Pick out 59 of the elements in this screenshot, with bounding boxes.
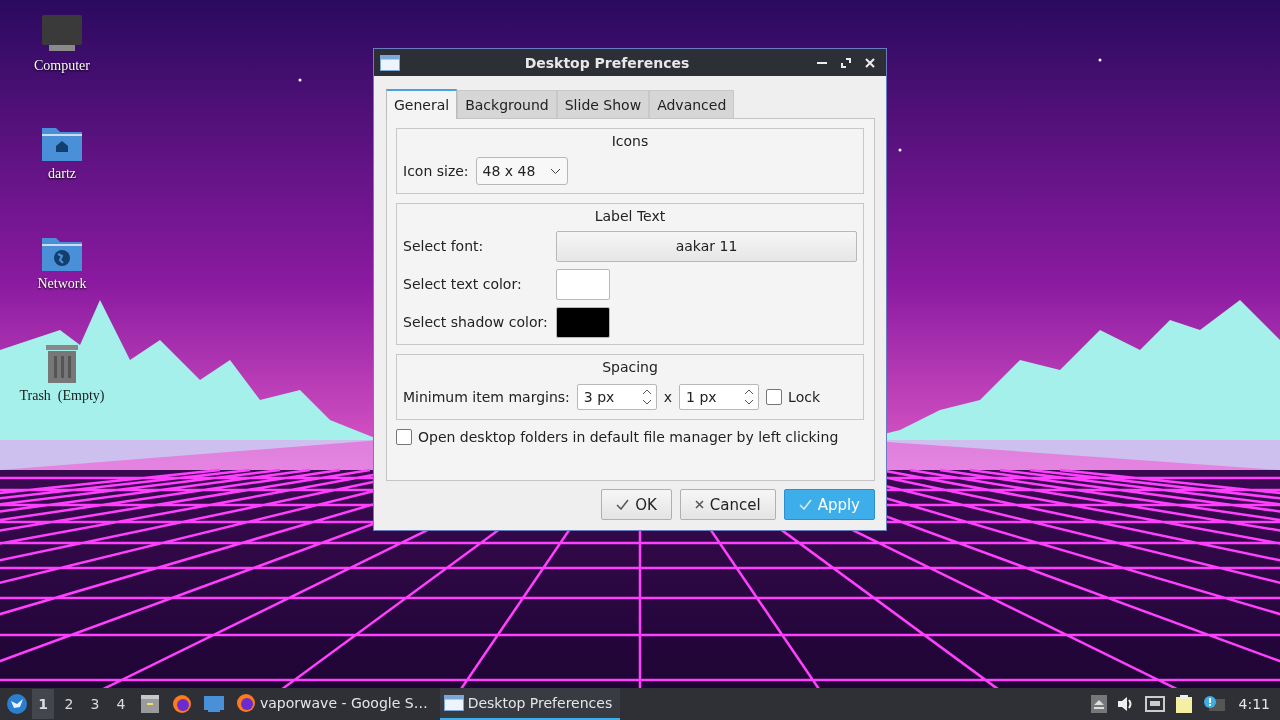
desktop-shortcut[interactable]: Trash (Empty) [0,344,124,440]
desktop-shortcut[interactable]: Computer [0,14,124,110]
group-title: Icons [610,133,650,149]
tab[interactable]: Background [457,90,557,118]
tab[interactable]: Slide Show [556,90,650,118]
color-swatch[interactable] [556,268,610,300]
checkbox-label: Lock [788,389,821,405]
monitor-icon [41,14,83,54]
tab[interactable]: Advanced [649,90,735,118]
dialog-button[interactable]: OK [601,489,672,520]
spin-field[interactable]: 3 px [576,384,657,410]
clock[interactable]: 4:11 [1234,696,1274,712]
checkbox-label: Open desktop folders in default file manager by left clicking [418,429,839,445]
checkbox[interactable] [396,429,412,445]
check-icon [616,499,630,510]
close-icon [865,57,875,68]
stepper-arrows-icon[interactable] [743,387,756,407]
task-button[interactable]: vaporwave - Google S… [232,688,436,720]
color-swatch[interactable] [556,306,610,338]
notification-icon[interactable] [1202,695,1225,713]
file-cabinet-icon [140,694,160,714]
desktop-icon [203,695,225,713]
check-icon [798,499,812,510]
desktop-shortcut[interactable]: Network [0,234,124,330]
group-title: Spacing [601,359,659,375]
field-label: Select text color: [403,276,523,292]
chevron-down-icon [549,167,561,175]
workspace-button[interactable]: 1 [32,689,54,719]
stepper-arrows-icon[interactable] [640,387,653,407]
maximize-icon [841,57,851,68]
group-title: Label Text [593,208,667,224]
field-label: Select shadow color: [403,314,549,330]
tab[interactable]: General [386,89,458,119]
separator-text: x [663,389,673,405]
close-icon [694,500,704,509]
field-label: Select font: [403,238,485,254]
browser-icon [236,693,256,713]
window-icon [380,54,400,71]
desktop-shortcut[interactable]: dartz [0,124,124,220]
bird-menu-icon[interactable] [6,693,28,715]
workspace-button[interactable]: 2 [58,689,80,719]
spin-field[interactable]: 1 px [679,384,760,410]
window-icon [443,695,464,711]
icon-size-dropdown[interactable]: 48 x 48 [475,157,568,185]
clipboard-icon[interactable] [1174,694,1193,714]
font-button[interactable]: aakar 11 [556,230,857,262]
browser-icon [172,694,192,714]
field-label: Icon size: [403,163,469,179]
task-button[interactable]: Desktop Preferences [439,688,621,720]
trash-icon [44,344,80,384]
window-title: Desktop Preferences [523,54,691,71]
field-label: Minimum item margins: [403,389,570,405]
eject-icon[interactable] [1090,695,1107,713]
minimize-icon [817,61,827,64]
workspace-button[interactable]: 3 [84,689,106,719]
checkbox[interactable] [766,389,783,405]
workspace-button[interactable]: 4 [110,689,132,719]
network-port-icon[interactable] [1144,696,1165,712]
dialog-button[interactable]: Cancel [679,489,776,520]
